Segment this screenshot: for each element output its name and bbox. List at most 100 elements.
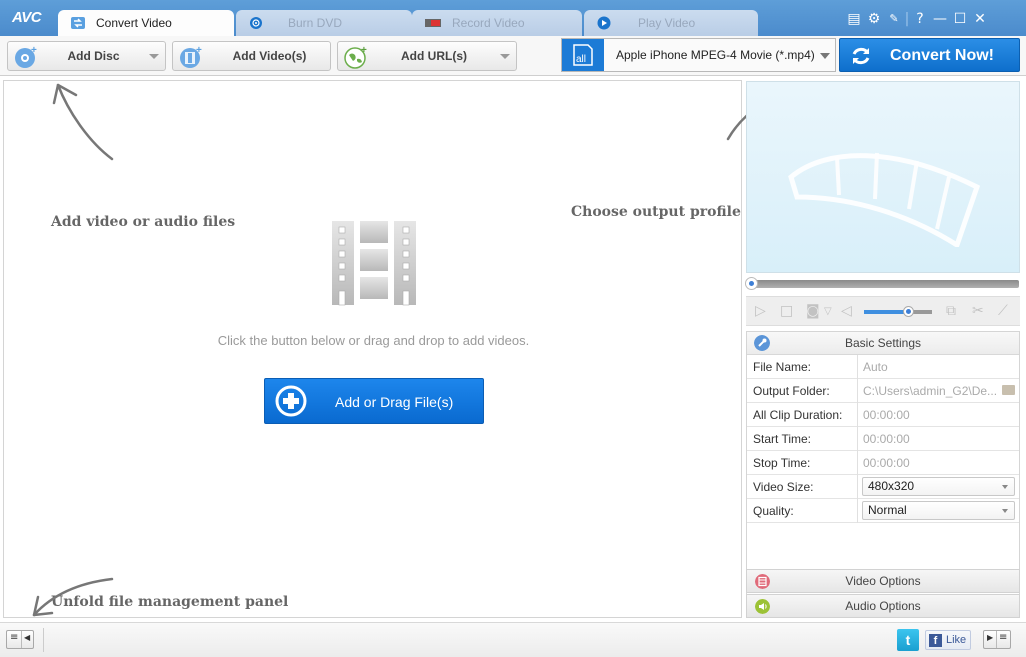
list-icon: ≡ (999, 632, 1008, 643)
hint-add-files: Add video or audio files (51, 214, 236, 230)
setting-row-start-time: Start Time: 00:00:00 (747, 427, 1019, 451)
setting-row-quality: Quality: Normal (747, 499, 1019, 523)
play-icon[interactable]: ▷ (755, 303, 766, 319)
seek-handle[interactable] (745, 277, 758, 290)
title-bar: AVC Convert Video Burn DVD Record Video … (0, 0, 1026, 36)
setting-label: Output Folder: (753, 384, 830, 398)
chevron-down-icon (1002, 485, 1008, 489)
folder-icon[interactable] (1002, 385, 1015, 395)
player-controls: ▷ □ ◙ ▽ ◁ ⧉ ✂ ⟋ (746, 296, 1020, 326)
crop-icon[interactable]: ⧉ (946, 303, 956, 319)
add-or-drag-files-button[interactable]: Add or Drag File(s) (264, 378, 484, 424)
key-icon[interactable]: ✎ (884, 10, 904, 28)
toggle-panel-button[interactable]: ▶ ≡ (983, 630, 1011, 649)
add-files-label: Add or Drag File(s) (335, 394, 454, 410)
video-options-button[interactable]: Video Options (746, 569, 1020, 593)
arrow-annotation-icon (32, 577, 114, 617)
chevron-down-icon[interactable] (500, 54, 510, 59)
output-folder-field[interactable]: C:\Users\admin_G2\De... (863, 384, 997, 398)
tab-burn-dvd[interactable]: Burn DVD (236, 10, 412, 36)
audio-options-label: Audio Options (845, 599, 921, 613)
drop-instructions: Click the button below or drag and drop … (217, 333, 530, 348)
list-icon: ≡ (10, 632, 19, 643)
close-icon[interactable]: ✕ (970, 10, 990, 28)
convert-label: Convert Now! (890, 47, 994, 64)
facebook-like-button[interactable]: f Like (925, 630, 971, 650)
add-videos-label: Add Video(s) (232, 49, 307, 63)
video-size-value: 480x320 (868, 479, 915, 493)
film-reel-graphic-icon (788, 152, 981, 247)
setting-label: Start Time: (753, 432, 812, 446)
file-list-area[interactable]: Add video or audio files Click the butto… (3, 80, 839, 618)
wrench-icon (754, 335, 770, 351)
window-controls: ▤ ⚙ ✎ | ? — ☐ ✕ (844, 10, 990, 28)
arrow-right-icon: ▶ (987, 633, 994, 642)
help-icon[interactable]: ? (910, 10, 930, 28)
basic-settings-header[interactable]: Basic Settings (747, 332, 1019, 355)
plus-circle-icon (275, 385, 307, 417)
tab-record-video[interactable]: Record Video (412, 10, 582, 36)
chevron-down-icon[interactable] (149, 54, 159, 59)
tab-convert-video[interactable]: Convert Video (58, 10, 234, 36)
tab-play-video[interactable]: Play Video (584, 10, 758, 36)
chevron-down-icon (1002, 509, 1008, 513)
stop-time-field[interactable]: 00:00:00 (863, 456, 910, 470)
add-videos-button[interactable]: + Add Video(s) (172, 41, 331, 71)
setting-label: File Name: (753, 360, 812, 374)
unfold-panel-button[interactable]: ≡ ◀ (6, 630, 34, 649)
twitter-button[interactable]: t (897, 629, 919, 651)
add-url-button[interactable]: + Add URL(s) (337, 41, 517, 71)
setting-label: Quality: (753, 504, 794, 518)
add-url-label: Add URL(s) (401, 49, 467, 63)
add-disc-button[interactable]: + Add Disc (7, 41, 166, 71)
magic-wand-icon[interactable]: ⟋ (998, 303, 1008, 319)
setting-row-stop-time: Stop Time: 00:00:00 (747, 451, 1019, 475)
seek-slider[interactable] (745, 277, 1019, 290)
camera-icon[interactable]: ◙ (806, 303, 820, 319)
volume-fill (864, 310, 909, 314)
add-disc-label: Add Disc (67, 49, 120, 63)
record-icon (425, 19, 441, 27)
quality-select[interactable]: Normal (862, 501, 1015, 520)
minimize-icon[interactable]: — (930, 10, 950, 28)
facebook-icon: f (929, 634, 942, 647)
volume-icon[interactable]: ◁ (841, 303, 852, 319)
setting-label: All Clip Duration: (753, 408, 843, 422)
convert-now-button[interactable]: Convert Now! (839, 38, 1020, 72)
svg-text:+: + (361, 45, 367, 56)
audio-options-button[interactable]: Audio Options (746, 594, 1020, 618)
setting-label: Stop Time: (753, 456, 811, 470)
profile-icon: all (562, 39, 604, 71)
svg-text:all: all (576, 54, 586, 65)
output-profile-select[interactable]: all Apple iPhone MPEG-4 Movie (*.mp4) (561, 38, 836, 72)
clip-duration-value: 00:00:00 (863, 408, 910, 422)
globe-add-icon: + (344, 45, 367, 69)
setting-row-output-folder: Output Folder: C:\Users\admin_G2\De... (747, 379, 1019, 403)
volume-handle[interactable] (903, 306, 915, 317)
settings-icon[interactable]: ⚙ (864, 10, 884, 28)
arrow-left-icon: ◀ (24, 633, 31, 642)
skin-icon[interactable]: ▤ (844, 10, 864, 28)
file-name-field[interactable]: Auto (863, 360, 888, 374)
speaker-icon (755, 599, 770, 614)
status-bar: ≡ ◀ t f Like ▶ ≡ (0, 622, 1026, 657)
quality-value: Normal (868, 503, 907, 517)
setting-row-file-name: File Name: Auto (747, 355, 1019, 379)
play-icon (597, 16, 611, 30)
setting-row-clip-duration: All Clip Duration: 00:00:00 (747, 403, 1019, 427)
svg-text:+: + (31, 45, 37, 56)
scissors-icon[interactable]: ✂ (972, 303, 984, 319)
film-strip-icon (332, 221, 416, 306)
video-size-select[interactable]: 480x320 (862, 477, 1015, 496)
tab-label: Record Video (452, 16, 525, 30)
chevron-down-icon[interactable]: ▽ (824, 306, 832, 317)
film-icon (755, 574, 770, 589)
volume-slider[interactable] (864, 306, 932, 317)
maximize-icon[interactable]: ☐ (950, 10, 970, 28)
stop-icon[interactable]: □ (780, 303, 793, 319)
app-logo: AVC (12, 9, 42, 26)
tab-label: Burn DVD (288, 16, 343, 30)
chevron-down-icon[interactable] (820, 53, 830, 59)
start-time-field[interactable]: 00:00:00 (863, 432, 910, 446)
refresh-icon (852, 47, 870, 65)
